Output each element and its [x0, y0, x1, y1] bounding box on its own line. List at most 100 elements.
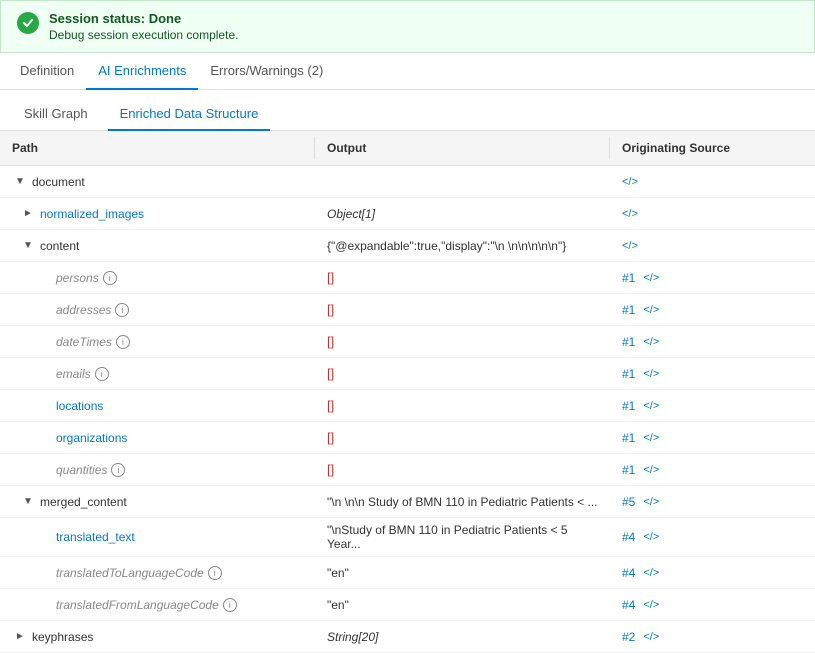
source-badge: #1	[622, 303, 635, 317]
source-badge: #4	[622, 530, 635, 544]
info-icon[interactable]: i	[103, 271, 117, 285]
code-icon[interactable]: </>	[643, 631, 659, 643]
table-row: ▼ document </>	[0, 166, 815, 198]
table-row: locations [] #1 </>	[0, 390, 815, 422]
output-value: "en"	[327, 566, 349, 580]
source-cell: #1 </>	[610, 394, 815, 418]
output-value: []	[327, 366, 334, 381]
output-cell: []	[315, 297, 610, 322]
source-badge: #1	[622, 463, 635, 477]
path-cell: ► keyphrases	[0, 624, 315, 650]
source-cell: #1 </>	[610, 458, 815, 482]
output-cell: String[20]	[315, 625, 610, 649]
table-row: dateTimes i [] #1 </>	[0, 326, 815, 358]
path-label: content	[40, 239, 79, 253]
path-label: quantities	[56, 463, 107, 477]
path-cell: emails i	[0, 362, 315, 386]
path-cell: addresses i	[0, 298, 315, 322]
info-icon[interactable]: i	[115, 303, 129, 317]
expand-icon[interactable]: ▼	[12, 174, 28, 190]
output-cell: "\n \n\n Study of BMN 110 in Pediatric P…	[315, 490, 610, 514]
output-value: "\n \n\n Study of BMN 110 in Pediatric P…	[327, 495, 598, 509]
path-cell: translatedToLanguageCode i	[0, 561, 315, 585]
path-label: dateTimes	[56, 335, 112, 349]
source-badge: #1	[622, 399, 635, 413]
info-icon[interactable]: i	[111, 463, 125, 477]
path-cell: ▼ content	[0, 233, 315, 259]
data-table: Path Output Originating Source ▼ documen…	[0, 131, 815, 653]
path-label[interactable]: normalized_images	[40, 207, 144, 221]
table-row: translatedFromLanguageCode i "en" #4 </>	[0, 589, 815, 621]
output-cell: "en"	[315, 561, 610, 585]
table-row: persons i [] #1 </>	[0, 262, 815, 294]
source-badge: #4	[622, 598, 635, 612]
code-icon[interactable]: </>	[643, 272, 659, 284]
path-cell: locations	[0, 394, 315, 418]
path-cell: quantities i	[0, 458, 315, 482]
expand-icon[interactable]: ▼	[20, 238, 36, 254]
code-icon[interactable]: </>	[622, 176, 638, 188]
source-cell: #4 </>	[610, 561, 815, 585]
path-label: translatedToLanguageCode	[56, 566, 204, 580]
status-bar: Session status: Done Debug session execu…	[0, 0, 815, 53]
source-badge: #1	[622, 431, 635, 445]
tab-enriched-data-structure[interactable]: Enriched Data Structure	[108, 98, 271, 131]
code-icon[interactable]: </>	[643, 496, 659, 508]
code-icon[interactable]: </>	[643, 304, 659, 316]
path-label[interactable]: locations	[56, 399, 103, 413]
output-cell: []	[315, 425, 610, 450]
tab-definition[interactable]: Definition	[8, 53, 86, 90]
path-label[interactable]: translated_text	[56, 530, 135, 544]
source-badge: #1	[622, 367, 635, 381]
path-label: addresses	[56, 303, 111, 317]
info-icon[interactable]: i	[95, 367, 109, 381]
output-cell: "en"	[315, 593, 610, 617]
info-icon[interactable]: i	[223, 598, 237, 612]
output-cell: []	[315, 393, 610, 418]
output-cell: Object[1]	[315, 202, 610, 226]
expand-icon[interactable]: ►	[12, 629, 28, 645]
info-icon[interactable]: i	[116, 335, 130, 349]
path-cell: translatedFromLanguageCode i	[0, 593, 315, 617]
path-label: emails	[56, 367, 91, 381]
info-icon[interactable]: i	[208, 566, 222, 580]
output-value: []	[327, 302, 334, 317]
path-cell: ▼ document	[0, 169, 315, 195]
code-icon[interactable]: </>	[643, 464, 659, 476]
output-value: []	[327, 334, 334, 349]
expand-icon[interactable]: ►	[20, 206, 36, 222]
code-icon[interactable]: </>	[643, 567, 659, 579]
tab-errors-warnings[interactable]: Errors/Warnings (2)	[198, 53, 335, 90]
tab-skill-graph[interactable]: Skill Graph	[12, 98, 100, 131]
source-badge: #1	[622, 335, 635, 349]
code-icon[interactable]: </>	[622, 208, 638, 220]
path-label[interactable]: organizations	[56, 431, 127, 445]
code-icon[interactable]: </>	[643, 531, 659, 543]
path-cell: ► normalized_images	[0, 201, 315, 227]
table-row: translated_text "\nStudy of BMN 110 in P…	[0, 518, 815, 557]
output-value: []	[327, 398, 334, 413]
output-value: []	[327, 462, 334, 477]
expand-icon[interactable]: ▼	[20, 494, 36, 510]
source-badge: #4	[622, 566, 635, 580]
code-icon[interactable]: </>	[643, 368, 659, 380]
output-value: []	[327, 270, 334, 285]
output-value: String[20]	[327, 630, 378, 644]
output-cell: {"@expandable":true,"display":"\n \n\n\n…	[315, 234, 610, 258]
code-icon[interactable]: </>	[643, 400, 659, 412]
code-icon[interactable]: </>	[643, 432, 659, 444]
code-icon[interactable]: </>	[643, 599, 659, 611]
path-cell: organizations	[0, 426, 315, 450]
path-label: persons	[56, 271, 99, 285]
col-output: Output	[315, 137, 610, 159]
source-cell: #5 </>	[610, 490, 815, 514]
output-cell	[315, 177, 610, 187]
output-cell: []	[315, 457, 610, 482]
code-icon[interactable]: </>	[643, 336, 659, 348]
output-cell: []	[315, 329, 610, 354]
table-row: emails i [] #1 </>	[0, 358, 815, 390]
tab-ai-enrichments[interactable]: AI Enrichments	[86, 53, 198, 90]
output-cell: []	[315, 265, 610, 290]
code-icon[interactable]: </>	[622, 240, 638, 252]
output-value: Object[1]	[327, 207, 375, 221]
